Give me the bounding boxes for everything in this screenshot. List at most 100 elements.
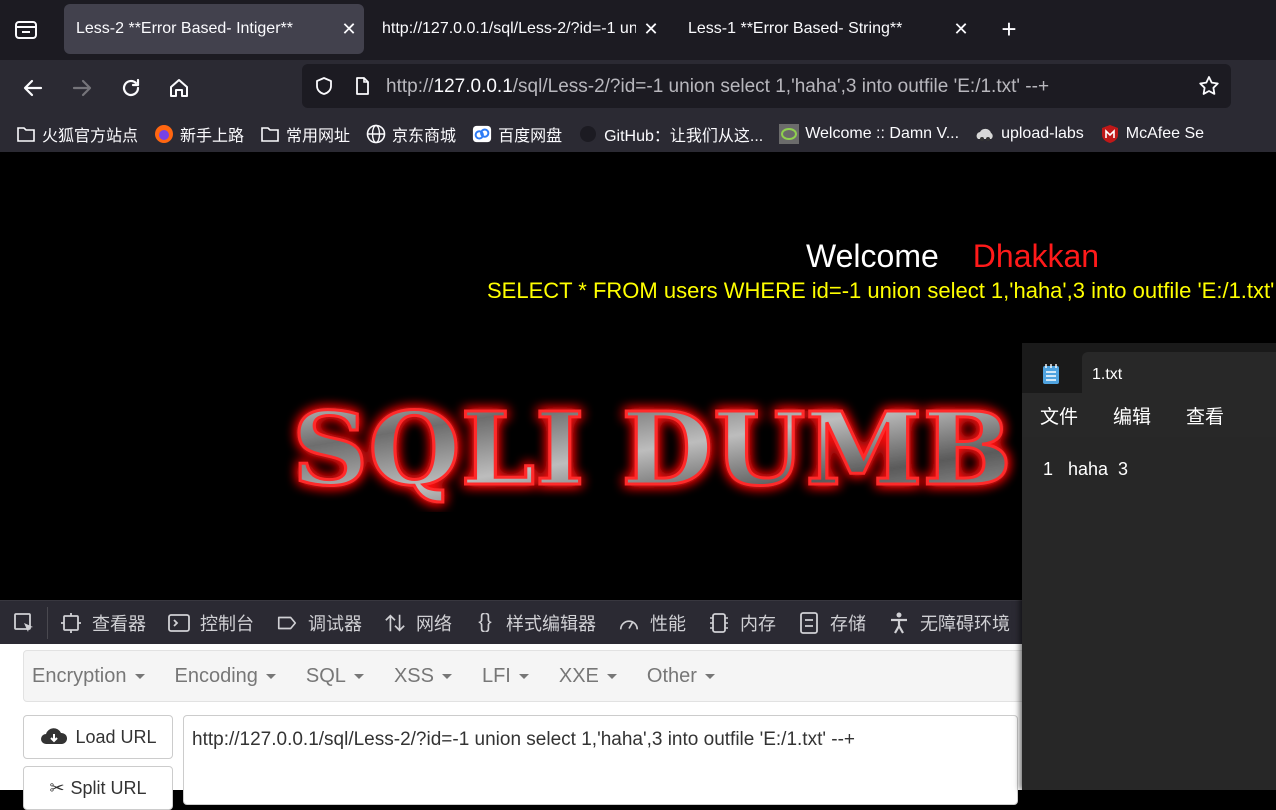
split-url-button[interactable]: ✂ Split URL <box>23 766 173 810</box>
tab-union-url[interactable]: http://127.0.0.1/sql/Less-2/?id=-1 union… <box>370 4 666 54</box>
star-icon[interactable] <box>1198 75 1220 97</box>
menu-edit[interactable]: 编辑 <box>1113 402 1151 429</box>
load-url-button[interactable]: Load URL <box>23 715 173 759</box>
folder-icon <box>16 124 36 144</box>
performance-icon <box>618 612 640 634</box>
devtools-tab-label: 样式编辑器 <box>506 613 596 634</box>
devtools-tab-label: 存储 <box>830 613 866 634</box>
url-host: 127.0.0.1 <box>433 76 513 97</box>
devtools-tab-performance[interactable]: 性能 <box>618 610 686 636</box>
bookmark-label: GitHub：让我们从这... <box>604 127 764 145</box>
caret-down-icon <box>265 673 276 679</box>
bookmark-label: 新手上路 <box>180 127 245 145</box>
devtools-tab-storage[interactable]: 存储 <box>798 610 866 636</box>
welcome-text: Welcome <box>806 238 939 274</box>
reload-button[interactable] <box>115 72 147 104</box>
menu-label: LFI <box>481 664 511 687</box>
inspector-icon <box>60 612 82 634</box>
notepad-content[interactable]: 1 haha 3 <box>1022 437 1276 790</box>
close-icon[interactable]: ✕ <box>636 19 666 40</box>
devtools-tab-accessibility[interactable]: 无障碍环境 <box>888 610 1010 636</box>
notepad-icon <box>1043 364 1059 384</box>
devtools-tab-memory[interactable]: 内存 <box>708 610 776 636</box>
menu-encoding[interactable]: Encoding <box>175 665 276 688</box>
devtools-tab-style-editor[interactable]: {} 样式编辑器 <box>474 610 596 636</box>
bookmark-item[interactable]: 常用网址 <box>260 122 350 146</box>
debugger-icon <box>276 612 298 634</box>
welcome-name: Dhakkan <box>972 238 1100 274</box>
caret-down-icon <box>518 673 529 679</box>
scissors-icon: ✂ <box>49 777 65 798</box>
bookmark-item[interactable]: Welcome :: Damn V... <box>779 123 959 144</box>
tab-title: Less-2 **Error Based- Intiger** <box>76 20 293 37</box>
bookmark-item[interactable]: 京东商城 <box>366 122 456 146</box>
arrow-left-icon <box>23 79 43 97</box>
tab-list-button[interactable] <box>12 16 40 44</box>
url-prefix: http:// <box>386 76 434 97</box>
menu-view[interactable]: 查看 <box>1186 402 1224 429</box>
bookmark-label: 火狐官方站点 <box>42 127 139 145</box>
devtools-tab-label: 性能 <box>650 613 686 634</box>
devtools-tab-inspector[interactable]: 查看器 <box>60 610 146 636</box>
devtools-tab-debugger[interactable]: 调试器 <box>276 610 362 636</box>
menu-label: SQL <box>305 664 346 687</box>
bookmark-item[interactable]: 百度网盘 <box>472 122 562 146</box>
bookmark-item[interactable]: GitHub：让我们从这... <box>578 122 763 146</box>
menu-xss[interactable]: XSS <box>394 665 452 688</box>
bookmark-label: 常用网址 <box>286 127 351 145</box>
home-icon <box>170 79 188 97</box>
menu-label: Encryption <box>32 664 127 687</box>
devtools-tab-console[interactable]: 控制台 <box>168 610 254 636</box>
caret-down-icon <box>704 673 715 679</box>
tab-less-2[interactable]: Less-2 **Error Based- Intiger** ✕ <box>64 4 364 54</box>
shield-icon[interactable] <box>314 76 334 96</box>
menu-other[interactable]: Other <box>647 665 715 688</box>
bookmark-item[interactable]: 新手上路 <box>154 122 244 146</box>
caret-down-icon <box>353 673 364 679</box>
hackbar-menu: Encryption Encoding SQL XSS LFI XXE Othe… <box>23 650 1033 702</box>
menu-lfi[interactable]: LFI <box>482 665 529 688</box>
url-text[interactable]: http://127.0.0.1/sql/Less-2/?id=-1 union… <box>386 76 1049 98</box>
home-button[interactable] <box>163 72 195 104</box>
close-icon[interactable]: ✕ <box>334 19 364 40</box>
notepad-tab-title: 1.txt <box>1092 366 1123 383</box>
bookmark-item[interactable]: McAfee Se <box>1100 124 1204 144</box>
bookmark-item[interactable]: 火狐官方站点 <box>16 122 138 146</box>
bookmark-label: 百度网盘 <box>498 127 563 145</box>
upload-labs-icon <box>975 124 995 144</box>
style-editor-icon: {} <box>478 611 492 633</box>
caret-down-icon <box>134 673 145 679</box>
notepad-window: 1.txt 文件 编辑 查看 1 haha 3 <box>1022 343 1276 790</box>
logo-text: SQLI DUMB <box>292 392 1012 508</box>
url-path: /sql/Less-2/?id=-1 union select 1,'haha'… <box>512 76 1050 97</box>
tab-title: Less-1 **Error Based- String** <box>688 20 903 37</box>
bookmark-item[interactable]: upload-labs <box>975 124 1084 144</box>
sql-query-text: SELECT * FROM users WHERE id=-1 union se… <box>487 278 1276 303</box>
reload-icon <box>122 78 140 97</box>
element-picker-button[interactable] <box>0 606 48 639</box>
menu-sql[interactable]: SQL <box>306 665 364 688</box>
firefox-icon <box>154 124 174 144</box>
folder-icon <box>260 124 280 144</box>
menu-encryption[interactable]: Encryption <box>32 665 145 688</box>
page-icon[interactable] <box>352 76 372 96</box>
menu-label: Encoding <box>174 664 258 687</box>
devtools-tab-network[interactable]: 网络 <box>384 610 452 636</box>
menu-xxe[interactable]: XXE <box>559 665 617 688</box>
new-tab-button[interactable]: + <box>994 14 1024 44</box>
load-url-label: Load URL <box>75 726 157 747</box>
back-button[interactable] <box>17 72 49 104</box>
caret-down-icon <box>606 673 617 679</box>
menu-file[interactable]: 文件 <box>1040 402 1078 429</box>
bookmarks-toolbar: 火狐官方站点 新手上路 常用网址 京东商城 百度网盘 GitHub：让我们从这.… <box>0 115 1276 152</box>
devtools-tab-label: 控制台 <box>200 613 254 634</box>
menu-label: XSS <box>393 664 434 687</box>
url-bar[interactable]: http://127.0.0.1/sql/Less-2/?id=-1 union… <box>302 64 1231 108</box>
forward-button[interactable] <box>66 72 98 104</box>
hackbar-url-textarea[interactable]: http://127.0.0.1/sql/Less-2/?id=-1 union… <box>183 715 1018 805</box>
plus-icon: + <box>1001 14 1017 44</box>
close-icon[interactable]: ✕ <box>946 19 976 40</box>
github-icon <box>578 124 598 144</box>
tab-less-1[interactable]: Less-1 **Error Based- String** ✕ <box>676 4 976 54</box>
notepad-tab[interactable]: 1.txt <box>1082 352 1276 393</box>
